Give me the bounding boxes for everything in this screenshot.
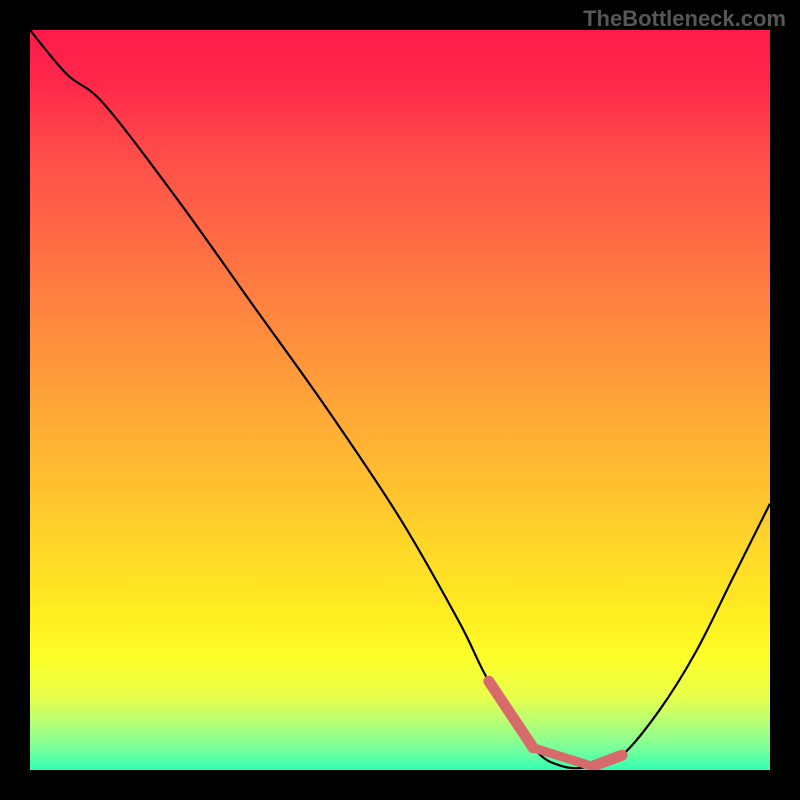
chart-svg [30,30,770,770]
watermark-text: TheBottleneck.com [583,6,786,32]
chart-plot-area [30,30,770,770]
optimal-marker-left [489,681,533,748]
bottleneck-curve-path [30,30,770,768]
optimal-marker-right [592,755,622,766]
